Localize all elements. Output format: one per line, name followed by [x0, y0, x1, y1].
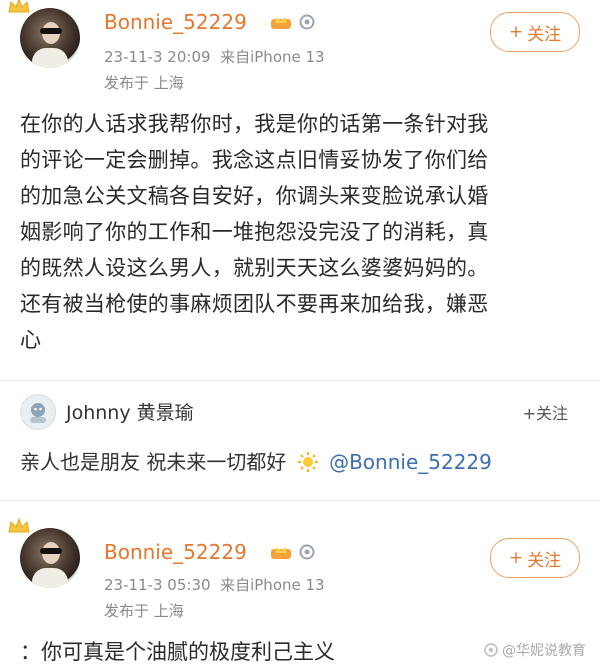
follow-button[interactable]: + 关注 [490, 12, 580, 52]
post-header-1: Bonnie_52229 23-11-3 20:09 来自iPhone 13 发… [0, 0, 600, 100]
watermark-logo-icon [484, 643, 498, 657]
reply-username[interactable]: Johnny 黄景瑜 [66, 398, 194, 425]
crown-icon [8, 518, 30, 533]
plus-icon: + [508, 548, 524, 568]
post-header-2: Bonnie_52229 23-11-3 05:30 来自iPhone 13 发… [0, 518, 600, 620]
level-ring-icon [299, 544, 315, 560]
post-timestamp: 23-11-3 20:09 来自iPhone 13 [104, 48, 325, 66]
avatar[interactable] [20, 394, 56, 430]
plus-icon: + [522, 404, 536, 423]
follow-button[interactable]: +关注 [523, 400, 568, 424]
vip-crown-icon [271, 17, 291, 29]
post-location: 发布于 上海 [104, 602, 184, 620]
level-ring-icon [299, 14, 315, 30]
username[interactable]: Bonnie_52229 [104, 10, 247, 34]
post-location: 发布于 上海 [104, 74, 184, 92]
vip-crown-icon [271, 547, 291, 559]
watermark: @华妮说教育 [484, 640, 586, 660]
avatar[interactable] [20, 8, 80, 68]
follow-button[interactable]: + 关注 [490, 538, 580, 578]
avatar[interactable] [20, 528, 80, 588]
divider [0, 500, 600, 501]
post-text: ：你可真是个油腻的极度利己主义 [20, 640, 335, 664]
reply-text: 亲人也是朋友 祝未来一切都好 @Bonnie_52229 [20, 450, 492, 474]
reply-card: Johnny 黄景瑜 +关注 亲人也是朋友 祝未来一切都好 @Bonnie_52… [0, 386, 600, 486]
username[interactable]: Bonnie_52229 [104, 540, 247, 564]
sun-emoji-icon [297, 452, 318, 472]
post-text: 在你的人话求我帮你时，我是你的话第一条针对我 的评论一定会删掉。我念这点旧情妥协… [20, 112, 489, 352]
divider [0, 380, 600, 381]
crown-icon [8, 0, 30, 13]
post-timestamp: 23-11-3 05:30 来自iPhone 13 [104, 576, 325, 594]
plus-icon: + [508, 22, 524, 42]
mention-link[interactable]: @Bonnie_52229 [329, 450, 492, 474]
